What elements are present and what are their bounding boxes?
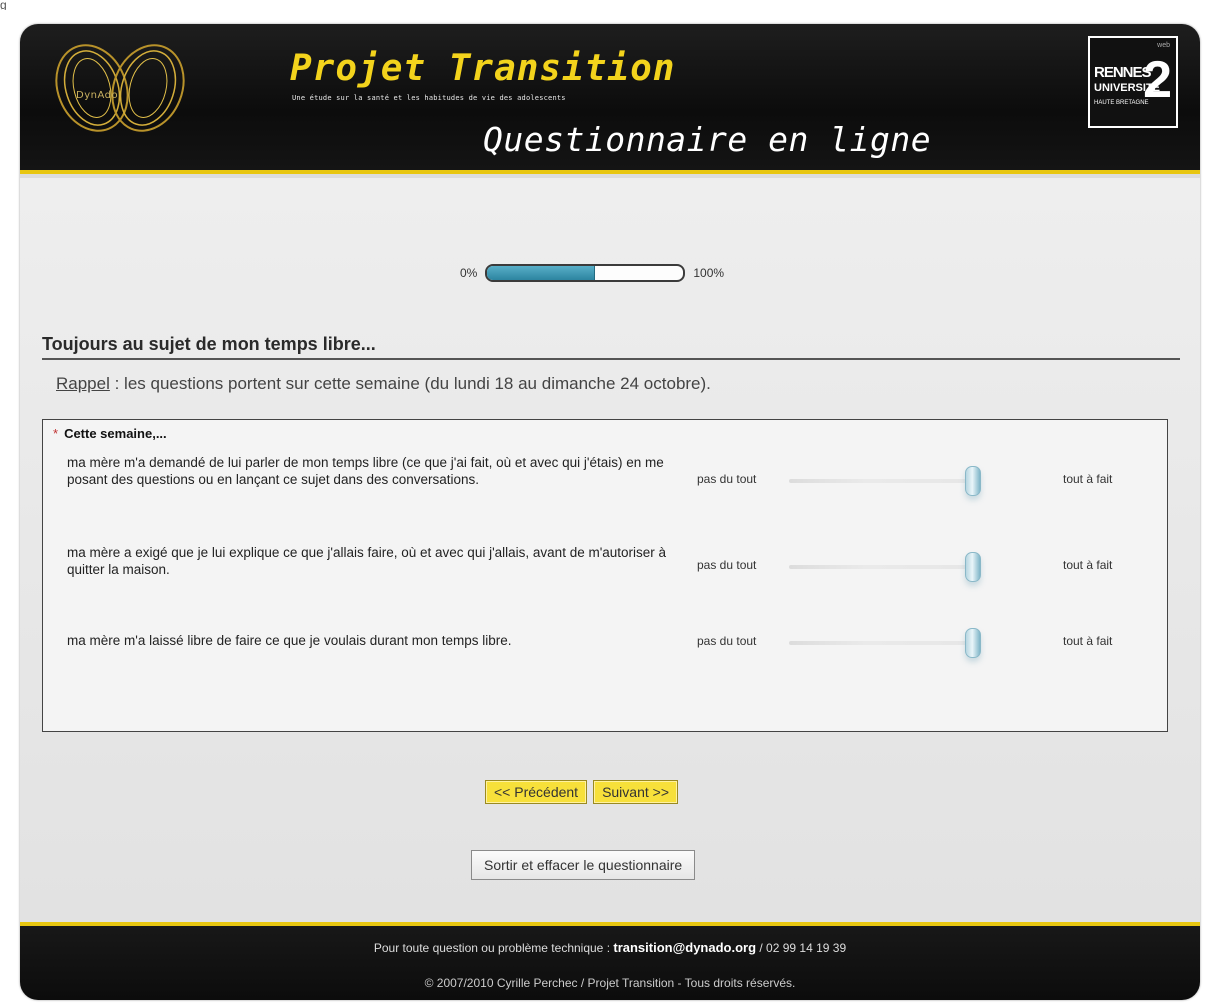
reminder: Rappel : les questions portent sur cette… (56, 374, 711, 394)
page-label: g (0, 0, 7, 10)
scale-max-label: tout à fait (1063, 472, 1113, 486)
item-text: ma mère m'a laissé libre de faire ce que… (67, 633, 512, 648)
main-content: 0% 100% Toujours au sujet de mon temps l… (20, 178, 1200, 922)
question-header-text: Cette semaine,... (64, 426, 167, 441)
next-button[interactable]: Suivant >> (593, 780, 678, 804)
rating-slider[interactable] (789, 466, 981, 496)
footer-phone: / 02 99 14 19 39 (756, 941, 847, 955)
page-frame: DynAdo Projet Transition Une étude sur l… (20, 24, 1200, 1000)
site-subtitle: Une étude sur la santé et les habitudes … (292, 94, 566, 102)
scale-max-label: tout à fait (1063, 558, 1113, 572)
scale-min-label: pas du tout (697, 634, 757, 648)
section-divider (42, 358, 1180, 360)
footer-contact-prefix: Pour toute question ou problème techniqu… (373, 941, 614, 955)
slider-track (789, 565, 981, 569)
rating-slider[interactable] (789, 628, 981, 658)
scale-min-label: pas du tout (697, 472, 757, 486)
question-item: ma mère a exigé que je lui explique ce q… (67, 544, 1157, 604)
question-item: ma mère m'a laissé libre de faire ce que… (67, 628, 1157, 692)
reminder-link[interactable]: Rappel (56, 374, 110, 393)
scale-min-label: pas du tout (697, 558, 757, 572)
previous-button[interactable]: << Précédent (485, 780, 588, 804)
slider-thumb[interactable] (965, 552, 981, 582)
question-box: * Cette semaine,... ma mère m'a demandé d… (42, 419, 1168, 732)
dynado-logo: DynAdo (50, 38, 190, 138)
scale-max-label: tout à fait (1063, 634, 1113, 648)
navigation-buttons: << Précédent Suivant >> (485, 780, 678, 804)
slider-thumb[interactable] (965, 466, 981, 496)
header: DynAdo Projet Transition Une étude sur l… (20, 24, 1200, 174)
question-header: * Cette semaine,... (53, 426, 167, 441)
contact-email-link[interactable]: transition@dynado.org (613, 940, 756, 955)
slider-track (789, 479, 981, 483)
question-item: ma mère m'a demandé de lui parler de mon… (67, 454, 1157, 514)
logo-rennes-text: RENNES (1094, 64, 1152, 81)
reminder-text: : les questions portent sur cette semain… (109, 374, 711, 393)
rennes2-logo: web RENNES UNIVERSITÉ HAUTE BRETAGNE 2 (1088, 36, 1178, 128)
logo-number: 2 (1143, 51, 1172, 109)
site-title: Projet Transition (290, 48, 676, 89)
footer: Pour toute question ou problème techniqu… (20, 922, 1200, 1000)
item-text: ma mère m'a demandé de lui parler de mon… (67, 455, 664, 487)
logo-haute-bretagne-text: HAUTE BRETAGNE (1094, 100, 1149, 106)
butterfly-icon (55, 44, 185, 132)
progress-fill (487, 266, 596, 280)
logo-left-text: DynAdo (76, 90, 119, 101)
exit-button[interactable]: Sortir et effacer le questionnaire (471, 850, 696, 880)
progress-max-label: 100% (693, 266, 725, 280)
footer-contact: Pour toute question ou problème techniqu… (20, 940, 1200, 955)
logo-web-text: web (1157, 42, 1170, 49)
slider-track (789, 641, 981, 645)
item-text: ma mère a exigé que je lui explique ce q… (67, 545, 667, 577)
page-heading: Questionnaire en ligne (483, 120, 932, 159)
required-mark: * (53, 426, 59, 441)
progress-min-label: 0% (460, 266, 478, 280)
rating-slider[interactable] (789, 552, 981, 582)
section-title: Toujours au sujet de mon temps libre... (42, 334, 376, 354)
progress-indicator: 0% 100% (460, 264, 724, 282)
progress-bar (485, 264, 686, 282)
footer-copyright: © 2007/2010 Cyrille Perchec / Projet Tra… (424, 976, 796, 990)
slider-thumb[interactable] (965, 628, 981, 658)
